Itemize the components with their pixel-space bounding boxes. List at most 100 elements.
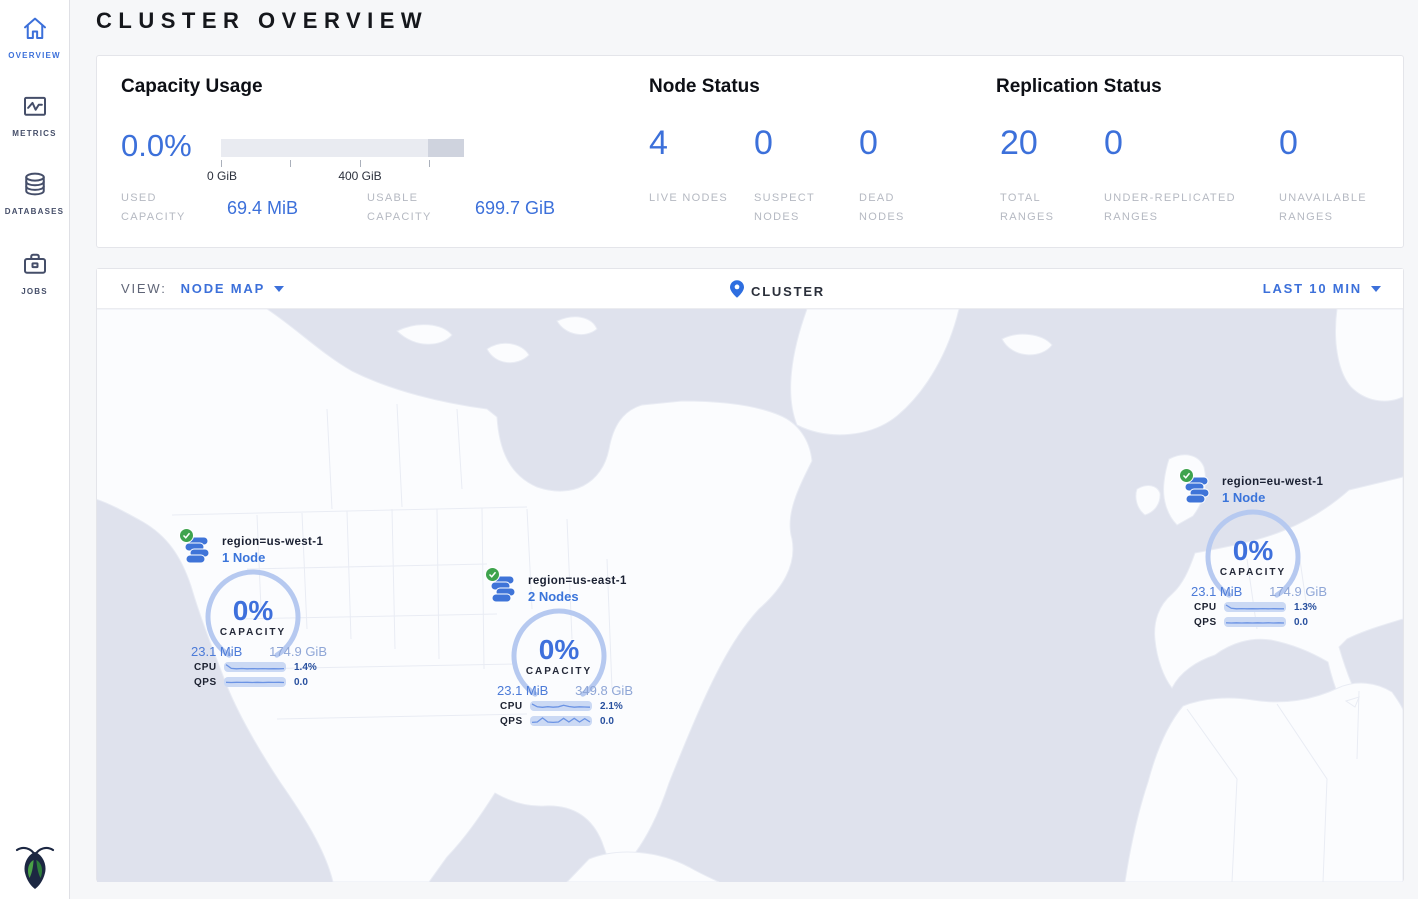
breadcrumb: CLUSTER bbox=[730, 280, 825, 303]
usable-capacity-value: 699.7 GiB bbox=[475, 198, 555, 219]
node-marker-us-east-1[interactable]: region=us-east-1 2 Nodes 0% CAPACITY 23.… bbox=[484, 562, 636, 734]
sidebar-label-jobs: JOBS bbox=[0, 287, 69, 296]
marker-region-label: region=us-west-1 bbox=[222, 536, 323, 548]
marker-capacity-percent: 0% bbox=[1203, 535, 1303, 567]
dead-nodes-label: DEAD NODES bbox=[859, 189, 939, 226]
total-ranges-label: TOTAL RANGES bbox=[1000, 189, 1080, 226]
cpu-value: 1.3% bbox=[1294, 602, 1317, 613]
unavailable-ranges-value: 0 bbox=[1279, 124, 1298, 163]
node-marker-us-west-1[interactable]: region=us-west-1 1 Node 0% CAPACITY 23.1… bbox=[178, 523, 330, 695]
database-icon bbox=[490, 575, 516, 603]
time-range-dropdown[interactable]: LAST 10 MIN bbox=[1263, 281, 1381, 296]
cpu-sparkline bbox=[530, 701, 592, 711]
healthy-check-icon bbox=[1179, 468, 1194, 483]
sidebar-label-overview: OVERVIEW bbox=[0, 51, 69, 60]
page-title: CLUSTER OVERVIEW bbox=[96, 8, 428, 34]
home-icon bbox=[20, 13, 50, 43]
cpu-sparkline bbox=[224, 662, 286, 672]
marker-capacity-percent: 0% bbox=[203, 595, 303, 627]
summary-card: Capacity Usage 0.0% 0 GiB 400 GiB USED C… bbox=[96, 55, 1404, 248]
qps-sparkline bbox=[1224, 617, 1286, 627]
marker-capacity-percent: 0% bbox=[509, 634, 609, 666]
marker-capacity-label: CAPACITY bbox=[203, 627, 303, 638]
qps-sparkline bbox=[530, 716, 592, 726]
used-capacity-value: 69.4 MiB bbox=[227, 198, 298, 219]
suspect-nodes-value: 0 bbox=[754, 124, 773, 163]
dead-nodes-value: 0 bbox=[859, 124, 878, 163]
live-nodes-label: LIVE NODES bbox=[649, 189, 729, 208]
axis-tick bbox=[429, 160, 430, 167]
qps-label: QPS bbox=[500, 716, 528, 727]
qps-value: 0.0 bbox=[600, 716, 614, 727]
used-capacity-label: USED CAPACITY bbox=[121, 189, 203, 226]
jobs-icon bbox=[20, 249, 50, 279]
axis-tick bbox=[290, 160, 291, 167]
sidebar-item-metrics[interactable]: METRICS bbox=[0, 91, 69, 138]
chevron-down-icon bbox=[1371, 286, 1381, 292]
under-replicated-ranges-label: UNDER-REPLICATED RANGES bbox=[1104, 189, 1269, 226]
marker-node-count: 1 Node bbox=[1222, 490, 1323, 505]
view-selector-dropdown[interactable]: NODE MAP bbox=[181, 281, 284, 296]
capacity-bar bbox=[221, 139, 464, 157]
axis-tick bbox=[221, 160, 222, 167]
usable-capacity-label: USABLE CAPACITY bbox=[367, 189, 459, 226]
chevron-down-icon bbox=[274, 286, 284, 292]
capacity-usage-title: Capacity Usage bbox=[121, 76, 263, 98]
axis-tick bbox=[360, 160, 361, 167]
marker-total-capacity: 349.8 GiB bbox=[575, 683, 633, 698]
axis-tick-label: 0 GiB bbox=[187, 169, 257, 183]
qps-label: QPS bbox=[194, 677, 222, 688]
cpu-value: 2.1% bbox=[600, 701, 623, 712]
marker-region-label: region=us-east-1 bbox=[528, 575, 627, 587]
replication-status-title: Replication Status bbox=[996, 76, 1162, 98]
qps-label: QPS bbox=[1194, 617, 1222, 628]
marker-node-count: 2 Nodes bbox=[528, 589, 627, 604]
sidebar-item-databases[interactable]: DATABASES bbox=[0, 169, 69, 216]
marker-total-capacity: 174.9 GiB bbox=[269, 644, 327, 659]
live-nodes-value: 4 bbox=[649, 124, 668, 163]
node-marker-eu-west-1[interactable]: region=eu-west-1 1 Node 0% CAPACITY 23.1… bbox=[1178, 463, 1330, 635]
marker-capacity-label: CAPACITY bbox=[509, 666, 609, 677]
cluster-overview-page: OVERVIEW METRICS DATABASES bbox=[0, 0, 1418, 899]
qps-value: 0.0 bbox=[294, 677, 308, 688]
cockroachdb-logo-icon bbox=[15, 843, 55, 891]
world-map: region=us-west-1 1 Node 0% CAPACITY 23.1… bbox=[97, 309, 1403, 882]
healthy-check-icon bbox=[179, 528, 194, 543]
databases-icon bbox=[20, 169, 50, 199]
capacity-bar-dark-segment bbox=[428, 139, 464, 157]
view-selector-value: NODE MAP bbox=[181, 281, 265, 296]
sidebar-label-metrics: METRICS bbox=[0, 129, 69, 138]
marker-capacity-label: CAPACITY bbox=[1203, 567, 1303, 578]
database-icon bbox=[1184, 476, 1210, 504]
marker-total-capacity: 174.9 GiB bbox=[1269, 584, 1327, 599]
sidebar-item-overview[interactable]: OVERVIEW bbox=[0, 13, 69, 60]
marker-region-label: region=eu-west-1 bbox=[1222, 476, 1323, 488]
qps-value: 0.0 bbox=[1294, 617, 1308, 628]
marker-used-capacity: 23.1 MiB bbox=[497, 683, 548, 698]
cpu-label: CPU bbox=[194, 662, 222, 673]
metrics-icon bbox=[20, 91, 50, 121]
cpu-value: 1.4% bbox=[294, 662, 317, 673]
unavailable-ranges-label: UNAVAILABLE RANGES bbox=[1279, 189, 1389, 226]
healthy-check-icon bbox=[485, 567, 500, 582]
sidebar-item-jobs[interactable]: JOBS bbox=[0, 249, 69, 296]
suspect-nodes-label: SUSPECT NODES bbox=[754, 189, 834, 226]
view-label: VIEW: bbox=[121, 281, 167, 296]
total-ranges-value: 20 bbox=[1000, 124, 1038, 163]
node-status-title: Node Status bbox=[649, 76, 760, 98]
database-icon bbox=[184, 536, 210, 564]
cpu-label: CPU bbox=[500, 701, 528, 712]
map-toolbar: VIEW: NODE MAP CLUSTER LAST 10 MIN bbox=[97, 269, 1403, 309]
node-map-card: VIEW: NODE MAP CLUSTER LAST 10 MIN bbox=[96, 268, 1404, 882]
map-pin-icon bbox=[730, 280, 744, 303]
marker-used-capacity: 23.1 MiB bbox=[191, 644, 242, 659]
marker-node-count: 1 Node bbox=[222, 550, 323, 565]
cpu-sparkline bbox=[1224, 602, 1286, 612]
cpu-label: CPU bbox=[1194, 602, 1222, 613]
sidebar: OVERVIEW METRICS DATABASES bbox=[0, 0, 70, 899]
sidebar-label-databases: DATABASES bbox=[0, 207, 69, 216]
breadcrumb-cluster: CLUSTER bbox=[751, 284, 825, 299]
capacity-used-percent: 0.0% bbox=[121, 128, 192, 164]
time-range-value: LAST 10 MIN bbox=[1263, 281, 1362, 296]
marker-used-capacity: 23.1 MiB bbox=[1191, 584, 1242, 599]
